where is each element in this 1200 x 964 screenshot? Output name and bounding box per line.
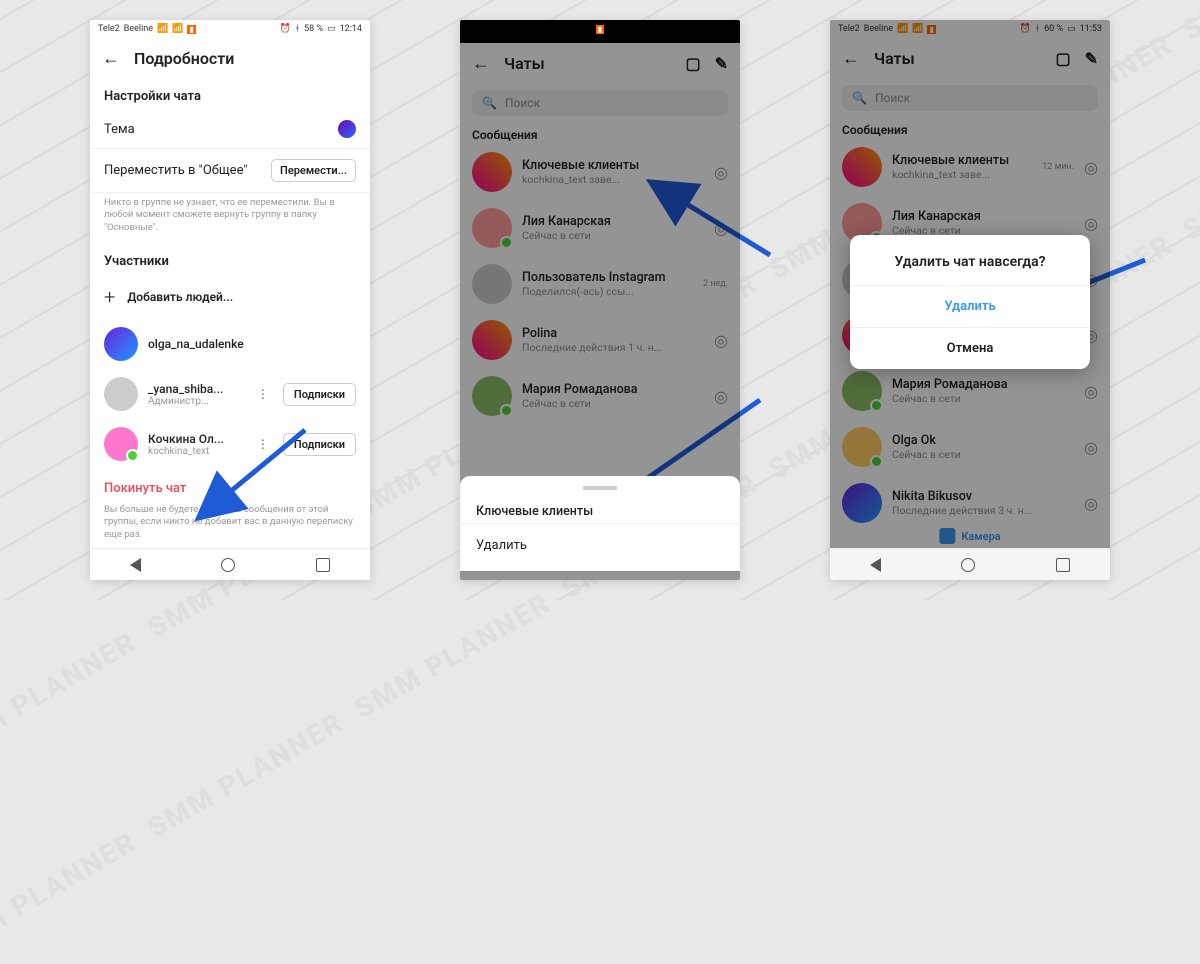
dialog-title: Удалить чат навсегда?	[850, 235, 1090, 285]
phone-chats-sheet-screen: ▮ ← Чаты ▢ ✎ 🔍 Поиск Сообщения Ключевые …	[460, 20, 740, 580]
sheet-handle[interactable]	[583, 486, 617, 490]
sheet-title: Ключевые клиенты	[460, 496, 740, 523]
dialog-cancel-button[interactable]: Отмена	[850, 327, 1090, 369]
nav-back-icon[interactable]	[870, 558, 881, 572]
dialog-delete-button[interactable]: Удалить	[850, 285, 1090, 327]
android-navbar	[830, 548, 1110, 580]
nav-recent-icon[interactable]	[1056, 558, 1070, 572]
nav-home-icon[interactable]	[961, 558, 975, 572]
phone-delete-dialog-screen: Tele2 Beeline 📶 📶 ▮ ⏰ ᚼ 60 % ▭ 11:53 ← Ч…	[830, 20, 1110, 580]
sheet-delete-button[interactable]: Удалить	[460, 523, 740, 567]
bottom-sheet: Ключевые клиенты Удалить	[460, 476, 740, 571]
delete-dialog: Удалить чат навсегда? Удалить Отмена	[850, 235, 1090, 369]
